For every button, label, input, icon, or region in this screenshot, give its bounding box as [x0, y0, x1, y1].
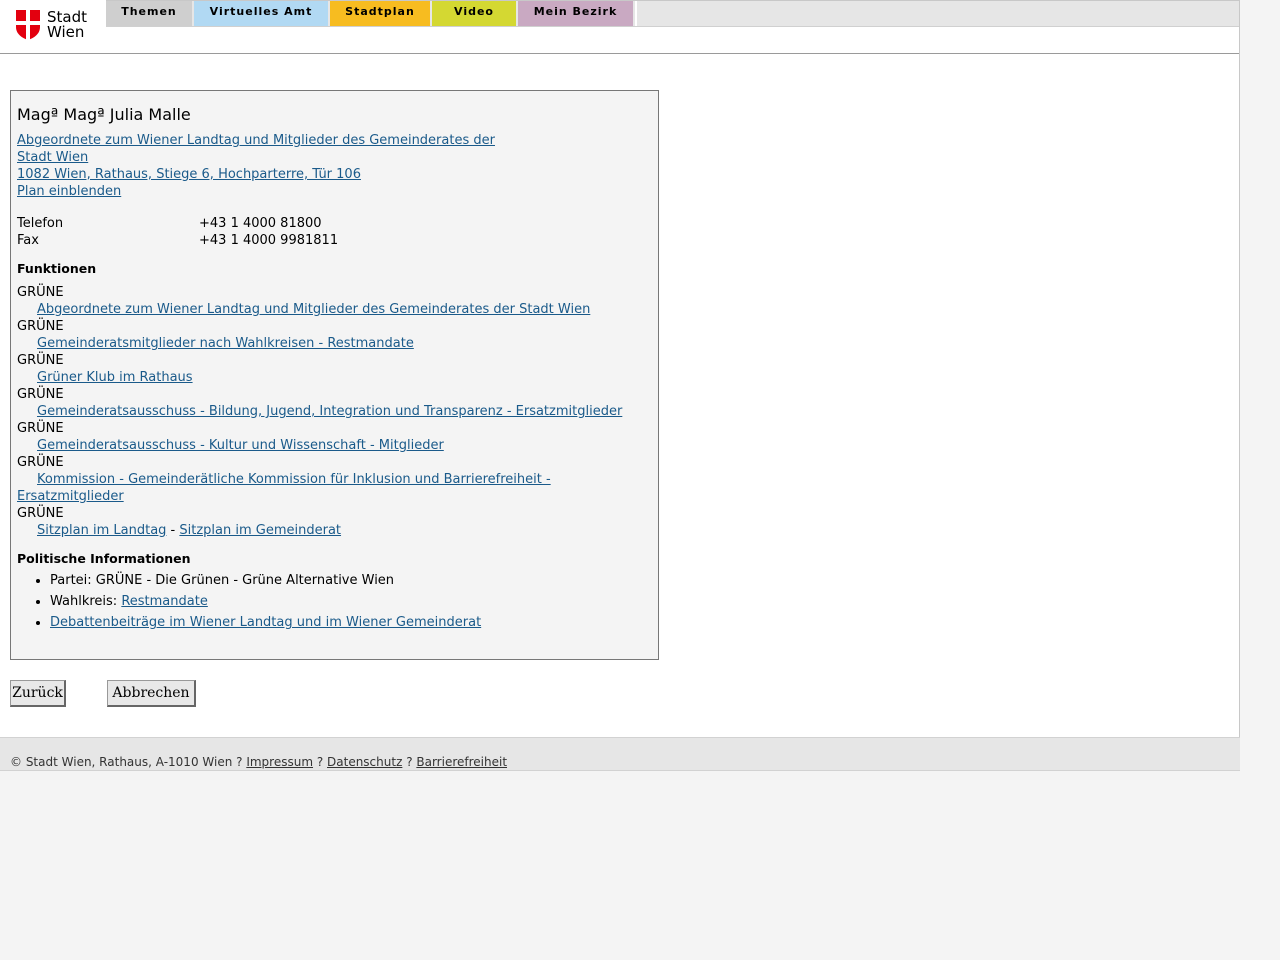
- function-party: GRÜNE: [17, 421, 64, 436]
- fax-label: Fax: [17, 233, 39, 248]
- footer-separator: ?: [402, 755, 417, 769]
- footer-separator: ?: [313, 755, 328, 769]
- tab-video[interactable]: Video: [432, 1, 516, 26]
- debates-item: Debattenbeiträge im Wiener Landtag und i…: [50, 612, 481, 633]
- impressum-link[interactable]: Impressum: [246, 755, 313, 769]
- address-link[interactable]: 1082 Wien, Rathaus, Stiege 6, Hochparter…: [17, 167, 361, 182]
- main-navigation: Themen Virtuelles Amt Stadtplan Video Me…: [106, 0, 1239, 27]
- show-plan-link[interactable]: Plan einblenden: [17, 184, 121, 199]
- function-link[interactable]: Gemeinderatsausschuss - Bildung, Jugend,…: [37, 404, 622, 419]
- cancel-button[interactable]: Abbrechen: [107, 680, 196, 707]
- phone-label: Telefon: [17, 216, 64, 231]
- seat-separator: -: [166, 523, 180, 538]
- party-item: Partei: GRÜNE - Die Grünen - Grüne Alter…: [50, 570, 481, 591]
- political-info-heading: Politische Informationen: [17, 551, 191, 566]
- person-details-panel: Magª Magª Julia Malle Abgeordnete zum Wi…: [10, 90, 659, 660]
- function-party: GRÜNE: [17, 506, 64, 521]
- barrierefreiheit-link[interactable]: Barrierefreiheit: [416, 755, 507, 769]
- function-party: GRÜNE: [17, 285, 64, 300]
- organisation-line-2: Stadt Wien: [17, 150, 89, 165]
- function-link[interactable]: Abgeordnete zum Wiener Landtag und Mitgl…: [37, 302, 590, 317]
- datenschutz-link[interactable]: Datenschutz: [327, 755, 402, 769]
- debates-link[interactable]: Debattenbeiträge im Wiener Landtag und i…: [50, 615, 481, 630]
- fax-value: +43 1 4000 9981811: [199, 233, 339, 248]
- logo-line-2: Wien: [47, 23, 85, 41]
- district-item: Wahlkreis: Restmandate: [50, 591, 481, 612]
- functions-heading: Funktionen: [17, 261, 97, 276]
- functions-list: GRÜNE Abgeordnete zum Wiener Landtag und…: [17, 284, 637, 539]
- contact-table: Telefon +43 1 4000 81800 Fax +43 1 4000 99…: [17, 215, 338, 249]
- site-header: Stadt Wien Themen Virtuelles Amt Stadtpl…: [0, 0, 1239, 54]
- page: Stadt Wien Themen Virtuelles Amt Stadtpl…: [0, 0, 1240, 737]
- district-label: Wahlkreis:: [50, 594, 122, 609]
- tab-stadtplan[interactable]: Stadtplan: [330, 1, 430, 26]
- back-button[interactable]: Zurück: [10, 680, 66, 707]
- function-link[interactable]: Kommission - Gemeinderätliche Kommission…: [17, 472, 551, 504]
- site-footer: © Stadt Wien, Rathaus, A-1010 Wien ? Imp…: [0, 737, 1240, 771]
- copyright-text: © Stadt Wien, Rathaus, A-1010 Wien ?: [10, 755, 247, 769]
- phone-row: Telefon +43 1 4000 81800: [17, 215, 338, 232]
- seating-plan-landtag-link[interactable]: Sitzplan im Landtag: [37, 523, 166, 538]
- function-party: GRÜNE: [17, 387, 64, 402]
- wien-shield-icon: [16, 10, 40, 40]
- phone-value: +43 1 4000 81800: [199, 216, 322, 231]
- stadt-wien-logo[interactable]: Stadt Wien: [16, 10, 96, 42]
- function-link[interactable]: Grüner Klub im Rathaus: [37, 370, 193, 385]
- tab-mein-bezirk[interactable]: Mein Bezirk: [518, 1, 633, 26]
- logo-wordmark: Stadt Wien: [47, 10, 87, 40]
- organisation-link[interactable]: Abgeordnete zum Wiener Landtag und Mitgl…: [17, 133, 495, 165]
- person-name: Magª Magª Julia Malle: [17, 105, 191, 124]
- footer-text: © Stadt Wien, Rathaus, A-1010 Wien ? Imp…: [10, 755, 507, 769]
- tab-divider: [635, 1, 637, 26]
- tab-themen[interactable]: Themen: [106, 1, 192, 26]
- political-info-list: Partei: GRÜNE - Die Grünen - Grüne Alter…: [17, 570, 481, 633]
- seating-plan-gemeinderat-link[interactable]: Sitzplan im Gemeinderat: [179, 523, 341, 538]
- fax-row: Fax +43 1 4000 9981811: [17, 232, 338, 249]
- district-link[interactable]: Restmandate: [121, 594, 208, 609]
- function-party: GRÜNE: [17, 319, 64, 334]
- function-party: GRÜNE: [17, 455, 64, 470]
- function-party: GRÜNE: [17, 353, 64, 368]
- organisation-line-1: Abgeordnete zum Wiener Landtag und Mitgl…: [17, 133, 495, 148]
- function-link[interactable]: Gemeinderatsausschuss - Kultur und Wisse…: [37, 438, 444, 453]
- function-link[interactable]: Gemeinderatsmitglieder nach Wahlkreisen …: [37, 336, 414, 351]
- tab-virtuelles-amt[interactable]: Virtuelles Amt: [194, 1, 328, 26]
- address-block: Abgeordnete zum Wiener Landtag und Mitgl…: [17, 132, 495, 200]
